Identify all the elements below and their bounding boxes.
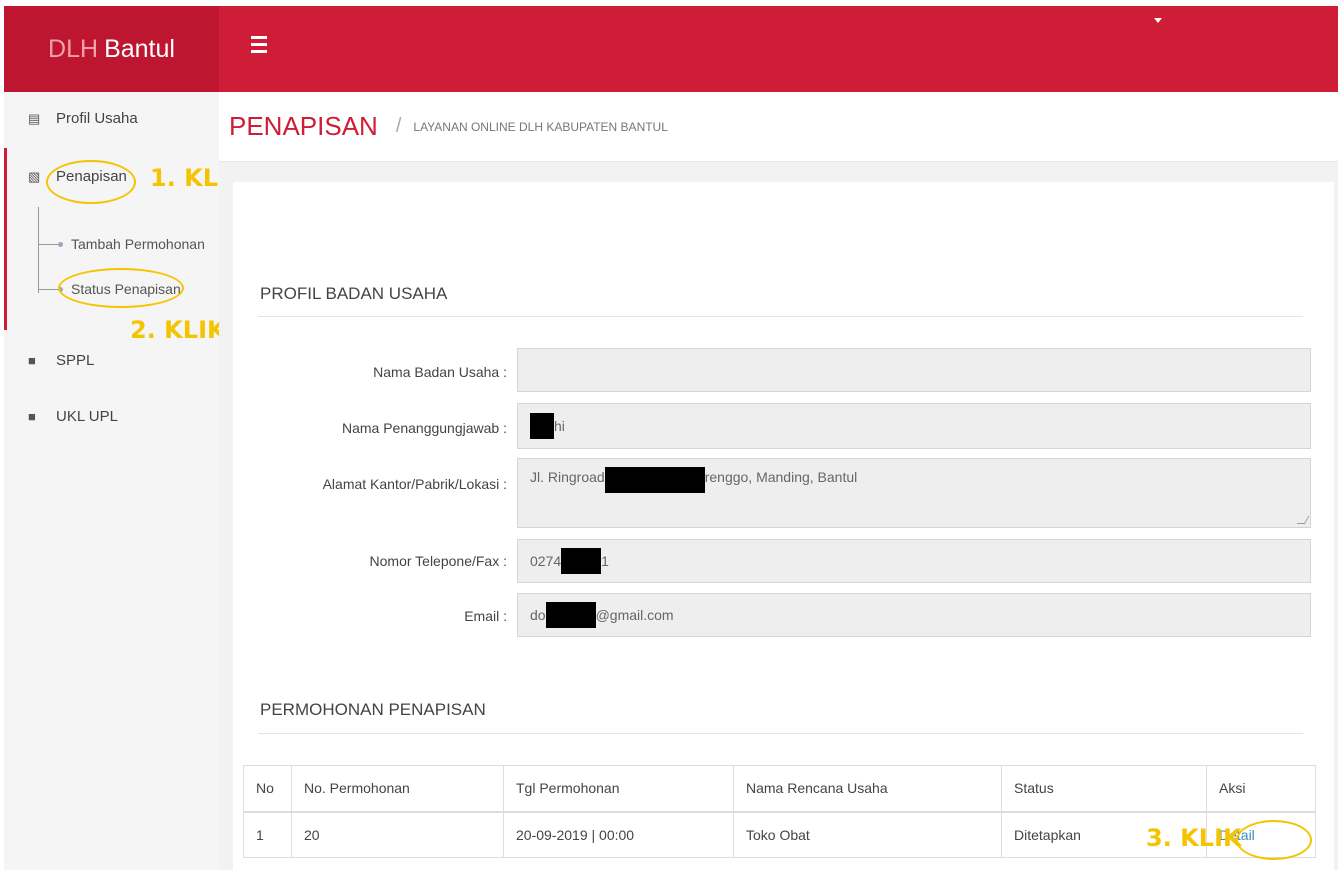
input-email[interactable]: do @gmail.com — [517, 593, 1311, 637]
document-icon: ▤ — [28, 110, 41, 126]
navbar — [219, 6, 1338, 92]
table-header-row: No No. Permohonan Tgl Permohonan Nama Re… — [243, 765, 1316, 813]
cell-nomor: 20 — [291, 811, 504, 858]
section-title-permohonan: PERMOHONAN PENAPISAN — [260, 700, 486, 719]
textarea-alamat[interactable]: Jl. Ringroad renggo, Manding, Bantul — [517, 458, 1311, 528]
redaction-block — [561, 548, 602, 574]
sidebar-item-label: SPPL — [56, 352, 95, 369]
sidebar-subitem-tambah-permohonan[interactable]: Tambah Permohonan — [38, 236, 205, 252]
column-header: Tgl Permohonan — [503, 765, 734, 813]
brand-logo[interactable]: DLH Bantul — [4, 6, 219, 92]
brand-bantul: Bantul — [104, 34, 175, 63]
column-header: No — [243, 765, 292, 813]
cell-no: 1 — [243, 811, 292, 858]
annotation-step-2: 2. KLIK — [130, 316, 226, 344]
redaction-block — [530, 413, 554, 439]
sidebar-subitem-label: Status Penapisan — [71, 281, 181, 297]
input-nama-penanggungjawab[interactable]: hi — [517, 403, 1311, 449]
content-area: PROFIL BADAN USAHA Nama Badan Usaha : Na… — [219, 162, 1338, 870]
content-panel: PROFIL BADAN USAHA Nama Badan Usaha : Na… — [233, 182, 1334, 870]
input-nama-badan-usaha[interactable] — [517, 348, 1311, 392]
divider — [258, 316, 1303, 317]
label-email: Email : — [464, 608, 507, 624]
folder-icon: ■ — [28, 353, 36, 368]
redaction-block — [545, 602, 596, 628]
sidebar-subitem-label: Tambah Permohonan — [71, 236, 205, 252]
label-alamat: Alamat Kantor/Pabrik/Lokasi : — [322, 476, 507, 492]
cell-tgl: 20-09-2019 | 00:00 — [503, 811, 734, 858]
input-telepon[interactable]: 0274 1 — [517, 539, 1311, 583]
user-dropdown-caret-icon[interactable] — [1154, 18, 1162, 23]
bullet-icon — [58, 241, 63, 247]
sidebar-item-label: Profil Usaha — [56, 110, 138, 127]
sidebar-item-sppl[interactable]: ■ SPPL — [4, 352, 94, 369]
label-telepon: Nomor Telepone/Fax : — [369, 553, 507, 569]
divider — [258, 733, 1303, 734]
book-icon: ▧ — [28, 168, 41, 184]
column-header: Aksi — [1206, 765, 1316, 813]
sidebar-item-ukl-upl[interactable]: ■ UKL UPL — [4, 408, 118, 425]
sidebar-item-label: Penapisan — [56, 168, 127, 185]
page-header: PENAPISAN / LAYANAN ONLINE DLH KABUPATEN… — [219, 92, 1338, 162]
sidebar: ▤ Profil Usaha ▧ Penapisan Tambah Permoh… — [4, 92, 219, 870]
label-nama-penanggungjawab: Nama Penanggungjawab : — [341, 420, 507, 436]
page-title: PENAPISAN — [229, 111, 378, 141]
label-nama-badan-usaha: Nama Badan Usaha : — [373, 364, 507, 380]
column-header: Nama Rencana Usaha — [733, 765, 1002, 813]
bullet-icon — [58, 286, 63, 292]
folder-icon: ■ — [28, 409, 36, 424]
sidebar-item-profil-usaha[interactable]: ▤ Profil Usaha — [4, 110, 138, 127]
menu-toggle-icon[interactable] — [251, 36, 267, 56]
brand-dlh: DLH — [48, 34, 99, 63]
sidebar-item-penapisan[interactable]: ▧ Penapisan — [4, 168, 127, 185]
column-header: Status — [1001, 765, 1207, 813]
sidebar-item-label: UKL UPL — [56, 408, 118, 425]
page-subtitle: LAYANAN ONLINE DLH KABUPATEN BANTUL — [413, 119, 668, 134]
section-title-profil: PROFIL BADAN USAHA — [260, 284, 448, 303]
sidebar-subitem-status-penapisan[interactable]: Status Penapisan — [38, 281, 181, 297]
annotation-step-3: 3. KLIK — [1146, 824, 1242, 852]
resize-handle-icon[interactable] — [1296, 516, 1310, 524]
cell-nama: Toko Obat — [733, 811, 1002, 858]
column-header: No. Permohonan — [291, 765, 504, 813]
redaction-block — [604, 467, 705, 493]
top-bar: DLH Bantul — [0, 0, 1338, 92]
breadcrumb-separator: / — [395, 115, 402, 137]
